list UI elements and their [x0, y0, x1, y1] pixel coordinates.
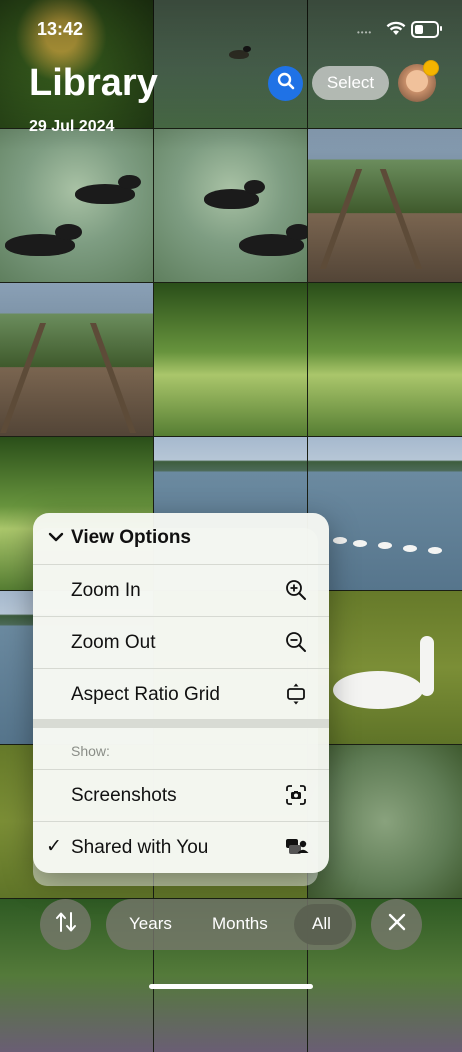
view-options-menu: View Options Zoom In Zoom Out Aspect Rat…	[33, 513, 329, 873]
segment-all[interactable]: All	[312, 914, 331, 934]
page-title: Library	[29, 62, 158, 104]
close-button[interactable]	[371, 899, 422, 950]
status-time: 13:42	[37, 19, 84, 39]
photo-thumbnail[interactable]	[308, 129, 462, 282]
menu-item-aspect-ratio-grid[interactable]: Aspect Ratio Grid	[33, 668, 329, 720]
menu-item-label: Zoom Out	[71, 632, 156, 653]
photo-thumbnail[interactable]	[308, 283, 462, 436]
zoom-out-icon	[285, 631, 307, 653]
aspect-ratio-icon	[285, 683, 307, 705]
menu-item-label: Shared with You	[71, 837, 209, 858]
segment-months[interactable]: Months	[212, 914, 268, 934]
screenshot-icon	[285, 784, 307, 806]
photo-thumbnail[interactable]	[0, 283, 153, 436]
menu-item-zoom-out[interactable]: Zoom Out	[33, 616, 329, 668]
section-date: 29 Jul 2024	[29, 118, 115, 135]
show-section-label: Show:	[71, 743, 110, 759]
menu-item-label: Screenshots	[71, 785, 177, 806]
menu-item-shared-with-you[interactable]: ✓ Shared with You	[33, 821, 329, 873]
sort-button[interactable]	[40, 899, 91, 950]
photo-thumbnail[interactable]	[308, 437, 462, 590]
time-range-segmented-control: Years Months All	[106, 899, 356, 950]
search-button[interactable]	[268, 66, 303, 101]
menu-title: View Options	[71, 527, 192, 548]
chevron-down-icon	[48, 529, 64, 550]
wifi-icon	[386, 21, 406, 41]
status-bar: 13:42 ••••	[0, 0, 462, 58]
dynamic-island-dots: ••••	[357, 28, 373, 37]
select-button[interactable]: Select	[312, 66, 389, 100]
checkmark-icon: ✓	[46, 836, 62, 857]
zoom-in-icon	[285, 579, 307, 601]
menu-item-label: Zoom In	[71, 580, 141, 601]
photo-thumbnail[interactable]	[154, 283, 307, 436]
photo-thumbnail[interactable]	[0, 129, 153, 282]
segment-years[interactable]: Years	[129, 914, 172, 934]
menu-item-zoom-in[interactable]: Zoom In	[33, 564, 329, 616]
notification-badge	[423, 60, 439, 76]
battery-icon	[411, 21, 442, 38]
home-indicator	[149, 984, 313, 989]
menu-item-screenshots[interactable]: Screenshots	[33, 769, 329, 821]
search-icon	[277, 72, 295, 95]
close-icon	[388, 913, 406, 936]
photo-thumbnail[interactable]	[308, 745, 462, 898]
menu-section-divider	[33, 719, 329, 728]
shared-with-you-icon	[285, 836, 309, 858]
photo-thumbnail[interactable]	[154, 129, 307, 282]
photo-thumbnail[interactable]	[308, 591, 462, 744]
menu-item-label: Aspect Ratio Grid	[71, 684, 220, 705]
view-options-header[interactable]: View Options	[33, 513, 329, 564]
sort-arrows-icon	[54, 911, 78, 938]
